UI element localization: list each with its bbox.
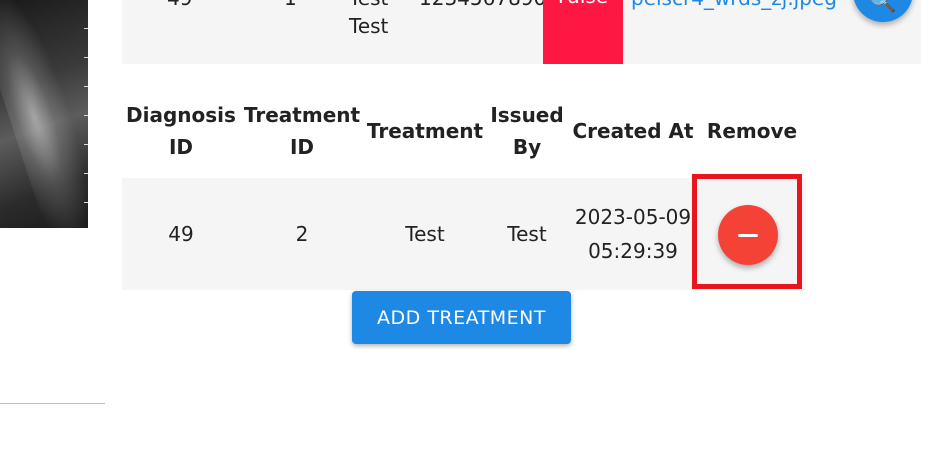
- image-file-link[interactable]: pelscr4_wrds_zj.jpeg: [631, 0, 837, 10]
- remove-treatment-button[interactable]: [718, 205, 778, 265]
- status-flag: False: [543, 0, 623, 64]
- cell-issued-by: Test: [507, 222, 547, 246]
- previous-table-row: 49 1 Test Test 1234567890 False pelscr4_…: [122, 0, 921, 64]
- header-remove: Remove: [706, 119, 798, 143]
- add-treatment-button[interactable]: ADD TREATMENT: [352, 291, 571, 344]
- previous-cell-number: 1: [284, 0, 297, 10]
- previous-cell-name-line2: Test: [349, 14, 389, 38]
- status-flag-label: False: [558, 0, 608, 8]
- image-scale-ticks: [84, 0, 88, 228]
- table-header: Diagnosis ID Treatment ID Treatment Issu…: [122, 84, 806, 178]
- header-treatment: Treatment: [366, 119, 484, 143]
- previous-cell-name: Test: [349, 0, 388, 10]
- cell-treatment: Test: [405, 222, 445, 246]
- divider: [0, 403, 105, 404]
- header-treatment-id: Treatment ID: [243, 103, 361, 159]
- previous-cell-phone: 1234567890: [419, 0, 546, 10]
- minus-icon: [738, 233, 758, 237]
- cell-treatment-id: 2: [295, 222, 309, 246]
- xray-image: [0, 0, 88, 228]
- cell-diagnosis-id: 49: [168, 222, 194, 246]
- header-diagnosis-id: Diagnosis ID: [126, 103, 236, 159]
- cell-created-at: 2023-05-09 05:29:39: [574, 205, 692, 263]
- page: 49 1 Test Test 1234567890 False pelscr4_…: [0, 0, 931, 461]
- header-issued-by: Issued By: [490, 103, 564, 159]
- header-created-at: Created At: [572, 119, 694, 143]
- previous-cell-id: 49: [167, 0, 192, 10]
- treatments-table: Diagnosis ID Treatment ID Treatment Issu…: [122, 84, 806, 178]
- search-icon: 🔍: [869, 0, 897, 14]
